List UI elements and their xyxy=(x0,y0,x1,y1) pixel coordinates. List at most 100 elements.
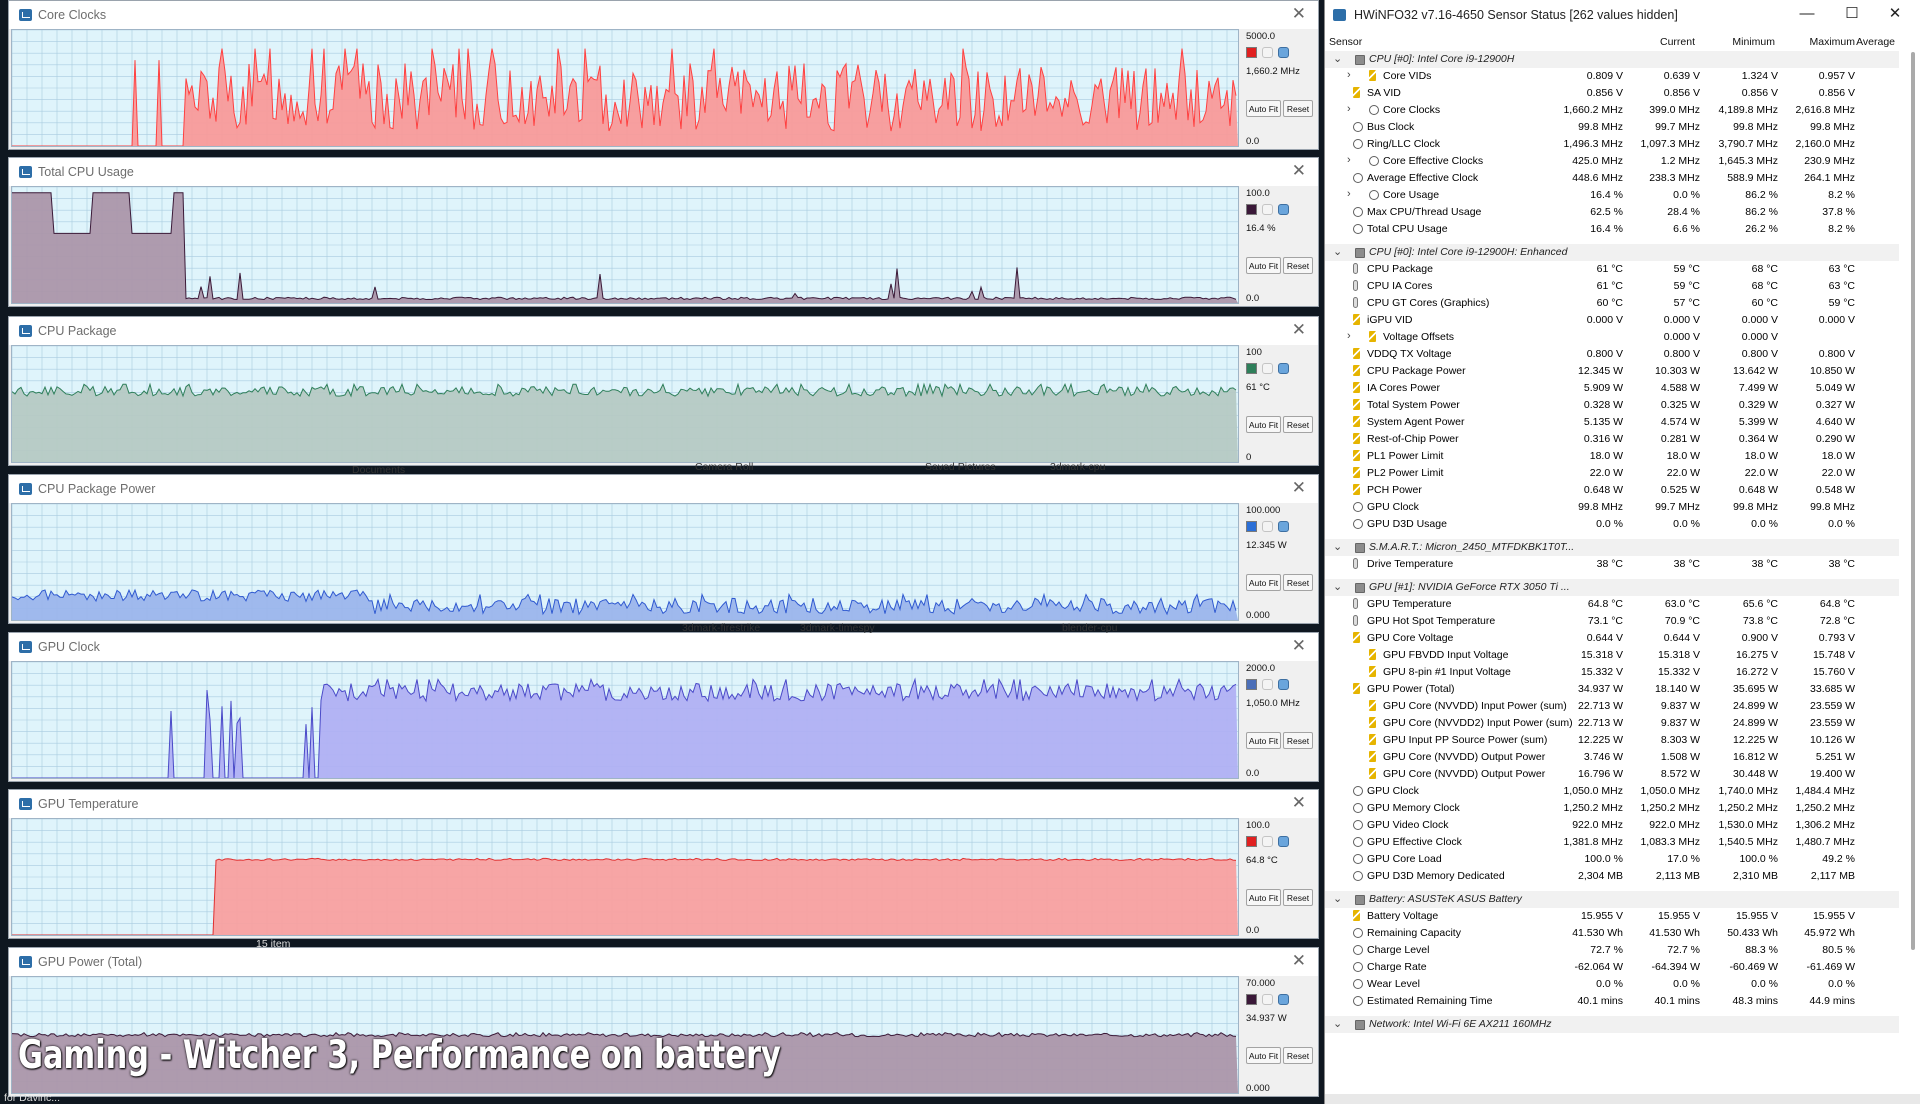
chevron-down-icon[interactable]: ⌄ xyxy=(1333,245,1342,258)
graph-titlebar[interactable]: Core Clocks ✕ xyxy=(9,1,1318,29)
sensor-row[interactable]: Average Effective Clock 448.6 MHz 238.3 MH… xyxy=(1325,170,1899,187)
reset-button[interactable]: Reset xyxy=(1283,732,1313,749)
sensor-row[interactable]: Bus Clock 99.8 MHz 99.7 MHz 99.8 MHz 99.8 MH… xyxy=(1325,119,1899,136)
close-icon[interactable]: ✕ xyxy=(1292,636,1306,656)
radio-icon[interactable] xyxy=(1278,363,1289,374)
vertical-scrollbar[interactable] xyxy=(1911,52,1915,950)
sensor-row[interactable]: Drive Temperature 38 °C 38 °C 38 °C 38 °C xyxy=(1325,556,1899,573)
chevron-down-icon[interactable]: ⌄ xyxy=(1333,1017,1342,1030)
auto-fit-button[interactable]: Auto Fit xyxy=(1246,257,1281,274)
sensor-group-row[interactable]: ⌄ Battery: ASUSTeK ASUS Battery xyxy=(1325,891,1899,908)
sensor-row[interactable]: GPU Core Voltage 0.644 V 0.644 V 0.900 V 0.7… xyxy=(1325,630,1899,647)
sensor-row[interactable]: GPU Core (NVVDD) Output Power 3.746 W 1.50… xyxy=(1325,749,1899,766)
close-icon[interactable]: ✕ xyxy=(1880,3,1910,25)
graph-titlebar[interactable]: GPU Power (Total) ✕ xyxy=(9,948,1318,976)
radio-icon[interactable] xyxy=(1278,47,1289,58)
sensor-row[interactable]: CPU GT Cores (Graphics) 60 °C 57 °C 60 °C 59… xyxy=(1325,295,1899,312)
radio-icon[interactable] xyxy=(1262,363,1273,374)
sensor-row[interactable]: GPU Core (NVVDD) Output Power 16.796 W 8.5… xyxy=(1325,766,1899,783)
reset-button[interactable]: Reset xyxy=(1283,416,1313,433)
sensor-row[interactable]: GPU Effective Clock 1,381.8 MHz 1,083.3 MH… xyxy=(1325,834,1899,851)
sensor-row[interactable]: › Voltage Offsets 0.000 V 0.000 V xyxy=(1325,329,1899,346)
sensor-row[interactable]: IA Cores Power 5.909 W 4.588 W 7.499 W 5.049… xyxy=(1325,380,1899,397)
radio-icon[interactable] xyxy=(1262,679,1273,690)
auto-fit-button[interactable]: Auto Fit xyxy=(1246,1047,1281,1064)
sensor-row[interactable]: GPU Core Load 100.0 % 17.0 % 100.0 % 49.2 % xyxy=(1325,851,1899,868)
radio-icon[interactable] xyxy=(1262,204,1273,215)
sensor-row[interactable]: GPU D3D Usage 0.0 % 0.0 % 0.0 % 0.0 % xyxy=(1325,516,1899,533)
series-color-swatch[interactable] xyxy=(1246,47,1257,58)
radio-icon[interactable] xyxy=(1278,836,1289,847)
graph-titlebar[interactable]: GPU Clock ✕ xyxy=(9,633,1318,661)
reset-button[interactable]: Reset xyxy=(1283,889,1313,906)
sensor-row[interactable]: CPU IA Cores 61 °C 59 °C 68 °C 63 °C xyxy=(1325,278,1899,295)
auto-fit-button[interactable]: Auto Fit xyxy=(1246,574,1281,591)
sensor-row[interactable]: CPU Package 61 °C 59 °C 68 °C 63 °C xyxy=(1325,261,1899,278)
sensor-row[interactable]: GPU Clock 99.8 MHz 99.7 MHz 99.8 MHz 99.8 MH… xyxy=(1325,499,1899,516)
close-icon[interactable]: ✕ xyxy=(1292,320,1306,340)
chevron-right-icon[interactable]: › xyxy=(1347,330,1351,342)
series-color-swatch[interactable] xyxy=(1246,836,1257,847)
radio-icon[interactable] xyxy=(1278,994,1289,1005)
sensor-group-row[interactable]: ⌄ CPU [#0]: Intel Core i9-12900H xyxy=(1325,51,1899,68)
chevron-down-icon[interactable]: ⌄ xyxy=(1333,52,1342,65)
chevron-right-icon[interactable]: › xyxy=(1347,188,1351,200)
sensor-row[interactable]: GPU Input PP Source Power (sum) 12.225 W8… xyxy=(1325,732,1899,749)
reset-button[interactable]: Reset xyxy=(1283,1047,1313,1064)
sensor-row[interactable]: › Core Usage 16.4 % 0.0 % 86.2 % 8.2 % xyxy=(1325,187,1899,204)
auto-fit-button[interactable]: Auto Fit xyxy=(1246,732,1281,749)
chevron-down-icon[interactable]: ⌄ xyxy=(1333,540,1342,553)
graph-titlebar[interactable]: CPU Package Power ✕ xyxy=(9,475,1318,503)
auto-fit-button[interactable]: Auto Fit xyxy=(1246,100,1281,117)
sensor-group-row[interactable]: ⌄ S.M.A.R.T.: Micron_2450_MTFDKBK1T0T... xyxy=(1325,539,1899,556)
radio-icon[interactable] xyxy=(1262,836,1273,847)
hwinfo-titlebar[interactable]: HWiNFO32 v7.16-4650 Sensor Status [262 v… xyxy=(1325,0,1920,30)
radio-icon[interactable] xyxy=(1278,521,1289,532)
sensor-row[interactable]: GPU Video Clock 922.0 MHz 922.0 MHz 1,530.0… xyxy=(1325,817,1899,834)
sensor-row[interactable]: Remaining Capacity 41.530 Wh 41.530 Wh 50.4… xyxy=(1325,925,1899,942)
series-color-swatch[interactable] xyxy=(1246,521,1257,532)
radio-icon[interactable] xyxy=(1262,521,1273,532)
sensor-row[interactable]: CPU Package Power 12.345 W 10.303 W 13.642 … xyxy=(1325,363,1899,380)
column-sensor[interactable]: Sensor xyxy=(1329,36,1362,48)
sensor-row[interactable]: Rest-of-Chip Power 0.316 W 0.281 W 0.364 W0… xyxy=(1325,431,1899,448)
close-icon[interactable]: ✕ xyxy=(1292,161,1306,181)
sensor-group-row[interactable]: ⌄ GPU [#1]: NVIDIA GeForce RTX 3050 Ti ..… xyxy=(1325,579,1899,596)
reset-button[interactable]: Reset xyxy=(1283,574,1313,591)
radio-icon[interactable] xyxy=(1262,47,1273,58)
sensor-row[interactable]: GPU 8-pin #1 Input Voltage 15.332 V 15.332… xyxy=(1325,664,1899,681)
sensor-row[interactable]: Estimated Remaining Time 40.1 mins 40.1 mi… xyxy=(1325,993,1899,1010)
auto-fit-button[interactable]: Auto Fit xyxy=(1246,889,1281,906)
sensor-row[interactable]: Ring/LLC Clock 1,496.3 MHz 1,097.3 MHz 3,79… xyxy=(1325,136,1899,153)
sensor-row[interactable]: GPU Core (NVVDD) Input Power (sum) 22.713… xyxy=(1325,698,1899,715)
sensor-row[interactable]: Wear Level 0.0 % 0.0 % 0.0 % 0.0 % xyxy=(1325,976,1899,993)
column-current[interactable]: Current xyxy=(1615,36,1695,48)
graph-titlebar[interactable]: GPU Temperature ✕ xyxy=(9,790,1318,818)
sensor-row[interactable]: › Core VIDs 0.809 V 0.639 V 1.324 V 0.957 V xyxy=(1325,68,1899,85)
chevron-down-icon[interactable]: ⌄ xyxy=(1333,580,1342,593)
sensor-row[interactable]: GPU Temperature 64.8 °C 63.0 °C 65.6 °C 64.8… xyxy=(1325,596,1899,613)
sensor-group-row[interactable]: ⌄ CPU [#0]: Intel Core i9-12900H: Enhance… xyxy=(1325,244,1899,261)
sensor-row[interactable]: Charge Level 72.7 % 72.7 % 88.3 % 80.5 % xyxy=(1325,942,1899,959)
sensor-row[interactable]: Battery Voltage 15.955 V 15.955 V 15.955 V1… xyxy=(1325,908,1899,925)
sensor-row[interactable]: GPU FBVDD Input Voltage 15.318 V 15.318 V1… xyxy=(1325,647,1899,664)
column-minimum[interactable]: Minimum xyxy=(1695,36,1775,48)
chevron-right-icon[interactable]: › xyxy=(1347,103,1351,115)
maximize-icon[interactable]: ☐ xyxy=(1837,3,1867,25)
sensor-row[interactable]: › Core Effective Clocks 425.0 MHz 1.2 MHz 1,… xyxy=(1325,153,1899,170)
sensor-row[interactable]: Max CPU/Thread Usage 62.5 % 28.4 % 86.2 % 37… xyxy=(1325,204,1899,221)
sensor-row[interactable]: GPU Hot Spot Temperature 73.1 °C 70.9 °C 73… xyxy=(1325,613,1899,630)
graph-titlebar[interactable]: CPU Package ✕ xyxy=(9,317,1318,345)
series-color-swatch[interactable] xyxy=(1246,204,1257,215)
sensor-row[interactable]: VDDQ TX Voltage 0.800 V 0.800 V 0.800 V 0.80… xyxy=(1325,346,1899,363)
radio-icon[interactable] xyxy=(1278,204,1289,215)
sensor-row[interactable]: Charge Rate -62.064 W -64.394 W -60.469 W -6… xyxy=(1325,959,1899,976)
sensor-row[interactable]: GPU Core (NVVDD2) Input Power (sum) 22.71… xyxy=(1325,715,1899,732)
sensor-row[interactable]: Total CPU Usage 16.4 % 6.6 % 26.2 % 8.2 % xyxy=(1325,221,1899,238)
radio-icon[interactable] xyxy=(1278,679,1289,690)
chevron-right-icon[interactable]: › xyxy=(1347,154,1351,166)
chevron-right-icon[interactable]: › xyxy=(1347,69,1351,81)
series-color-swatch[interactable] xyxy=(1246,363,1257,374)
reset-button[interactable]: Reset xyxy=(1283,257,1313,274)
sensor-row[interactable]: › Core Clocks 1,660.2 MHz 399.0 MHz 4,189.8 … xyxy=(1325,102,1899,119)
